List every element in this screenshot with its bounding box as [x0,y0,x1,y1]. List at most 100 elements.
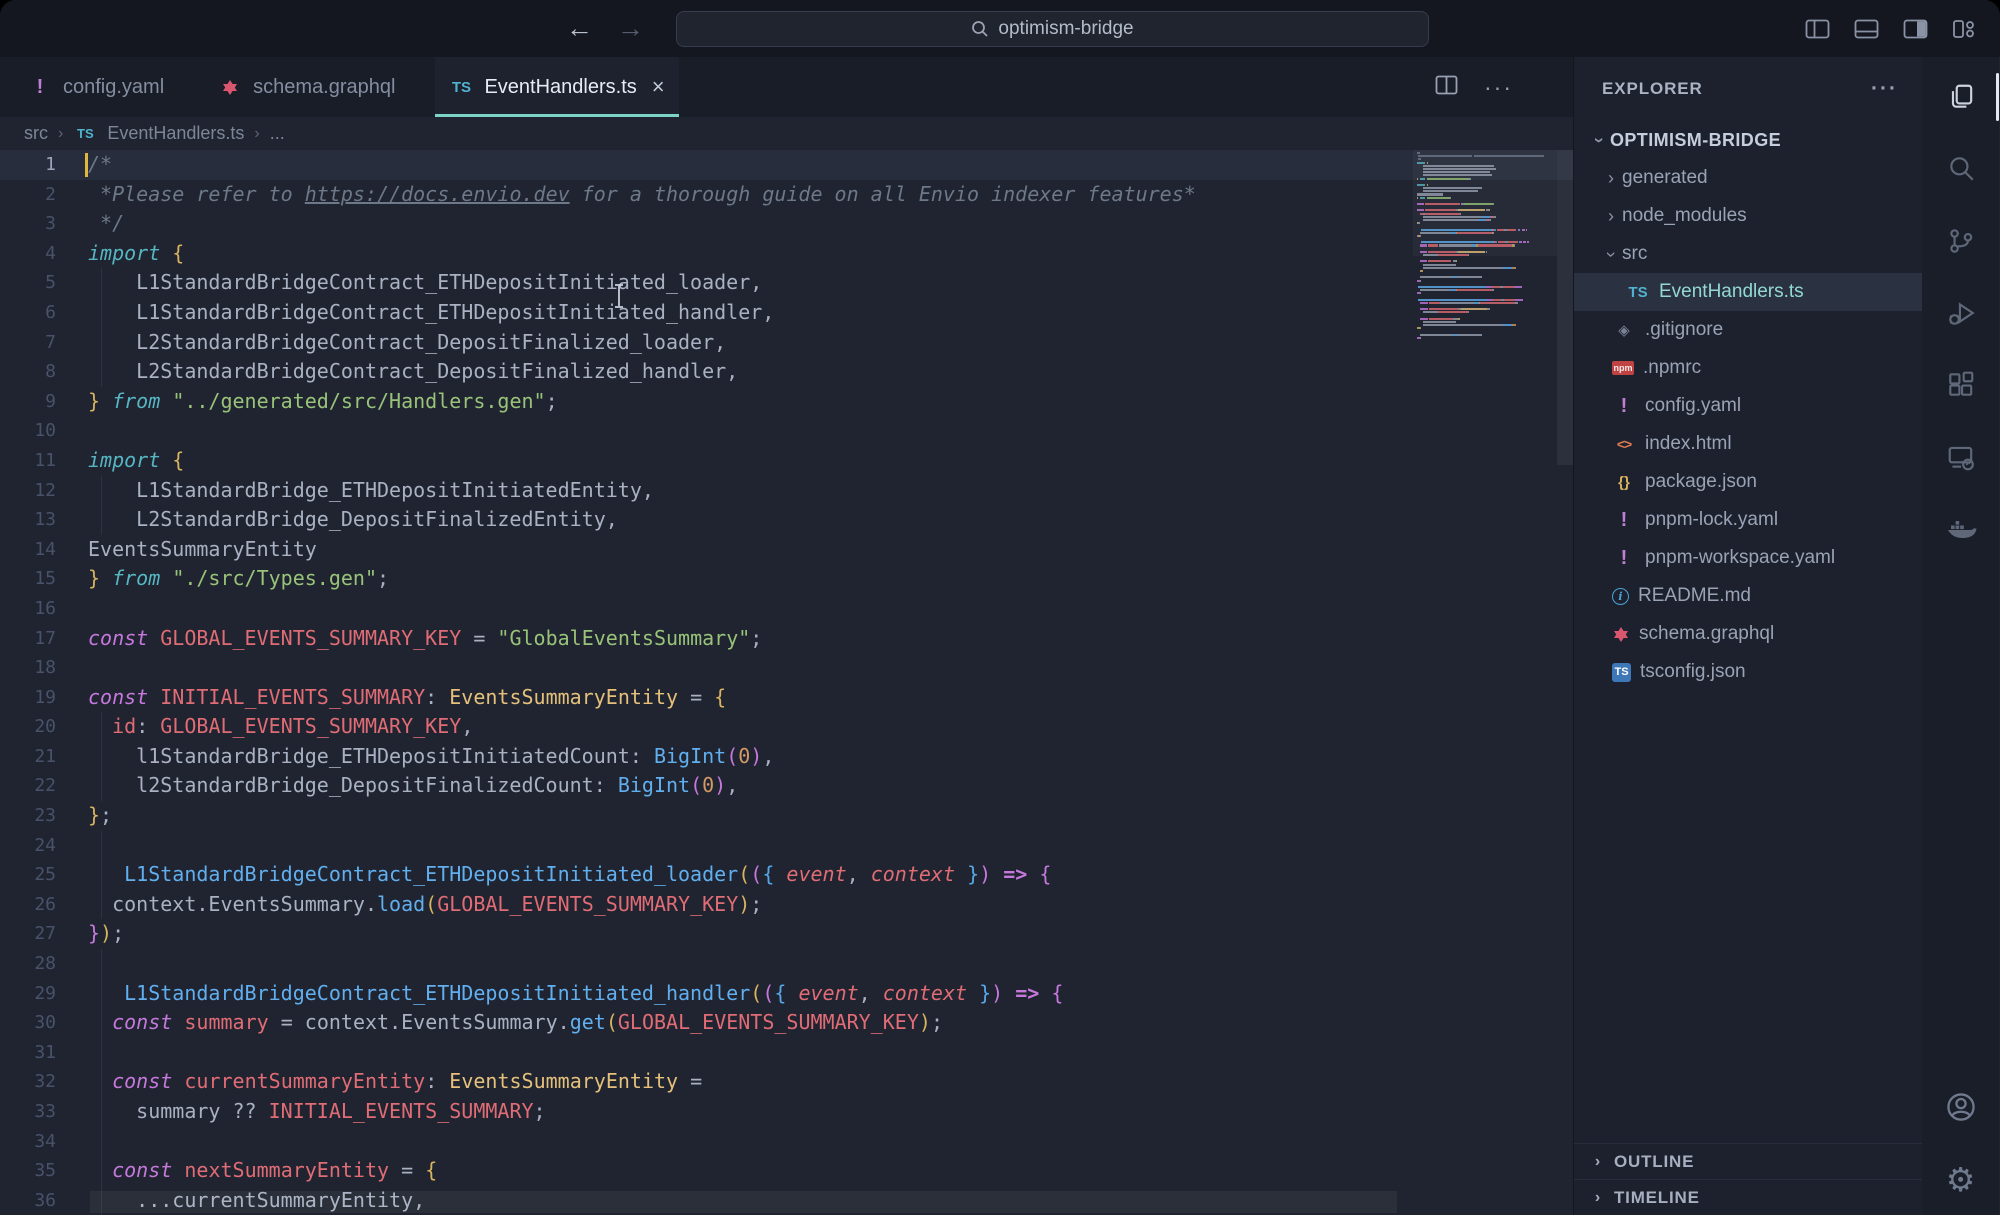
outline-section[interactable]: › OUTLINE [1574,1143,1922,1179]
sidebar-item-remote-explorer[interactable] [1922,421,1999,493]
tree-item-src[interactable]: ›src [1574,235,1922,273]
tree-item-.gitignore[interactable]: ◈.gitignore [1574,311,1922,349]
tree-item-package.json[interactable]: {}package.json [1574,463,1922,501]
sidebar-item-explorer[interactable] [1922,61,1999,133]
tree-item-.npmrc[interactable]: npm.npmrc [1574,349,1922,387]
line-number[interactable]: 19 [0,683,56,713]
tab-config-yaml[interactable]: ! config.yaml [14,57,178,117]
code-line-33[interactable]: 33 summary ?? INITIAL_EVENTS_SUMMARY; [0,1097,1573,1127]
tree-item-node-modules[interactable]: ›node_modules [1574,197,1922,235]
tree-item-readme.md[interactable]: iREADME.md [1574,577,1922,615]
code-line-13[interactable]: 13 L2StandardBridge_DepositFinalizedEnti… [0,505,1573,535]
line-number[interactable]: 22 [0,771,56,801]
sidebar-item-extensions[interactable] [1922,349,1999,421]
line-number[interactable]: 3 [0,209,56,239]
line-number[interactable]: 9 [0,387,56,417]
tab-schema-graphql[interactable]: schema.graphql [204,57,409,117]
code-line-28[interactable]: 28 [0,949,1573,979]
line-number[interactable]: 4 [0,239,56,269]
tree-item-generated[interactable]: ›generated [1574,159,1922,197]
line-number[interactable]: 35 [0,1156,56,1186]
code-line-6[interactable]: 6 L1StandardBridgeContract_ETHDepositIni… [0,298,1573,328]
line-number[interactable]: 8 [0,357,56,387]
code-line-9[interactable]: 9} from "../generated/src/Handlers.gen"; [0,387,1573,417]
line-number[interactable]: 27 [0,919,56,949]
line-number[interactable]: 26 [0,890,56,920]
line-number[interactable]: 33 [0,1097,56,1127]
line-number[interactable]: 21 [0,742,56,772]
sidebar-item-docker[interactable] [1922,493,1999,565]
code-line-34[interactable]: 34 [0,1127,1573,1157]
tree-item-tsconfig.json[interactable]: TStsconfig.json [1574,653,1922,691]
line-number[interactable]: 14 [0,535,56,565]
code-line-18[interactable]: 18 [0,653,1573,683]
account-button[interactable] [1922,1071,1999,1143]
line-number[interactable]: 28 [0,949,56,979]
code-line-15[interactable]: 15} from "./src/Types.gen"; [0,564,1573,594]
back-arrow-icon[interactable]: ← [566,15,593,42]
code-line-7[interactable]: 7 L2StandardBridgeContract_DepositFinali… [0,328,1573,358]
line-number[interactable]: 25 [0,860,56,890]
toggle-secondary-sidebar-icon[interactable] [1903,19,1928,39]
settings-button[interactable]: ⚙ [1922,1143,1999,1215]
minimap[interactable] [1417,152,1553,343]
line-number[interactable]: 17 [0,624,56,654]
code-line-14[interactable]: 14EventsSummaryEntity [0,535,1573,565]
code-line-29[interactable]: 29 L1StandardBridgeContract_ETHDepositIn… [0,979,1573,1009]
code-line-30[interactable]: 30 const summary = context.EventsSummary… [0,1008,1573,1038]
views-and-more-actions-icon[interactable]: ··· [1871,77,1898,101]
toggle-panel-icon[interactable] [1854,19,1879,39]
code-line-22[interactable]: 22 l2StandardBridge_DepositFinalizedCoun… [0,771,1573,801]
code-line-27[interactable]: 27}); [0,919,1573,949]
tree-item-pnpm-workspace.yaml[interactable]: !pnpm-workspace.yaml [1574,539,1922,577]
breadcrumb-file[interactable]: EventHandlers.ts [107,123,244,144]
breadcrumb-symbol[interactable]: ... [270,123,285,144]
line-number[interactable]: 6 [0,298,56,328]
code-line-21[interactable]: 21 l1StandardBridge_ETHDepositInitiatedC… [0,742,1573,772]
code-line-25[interactable]: 25 L1StandardBridgeContract_ETHDepositIn… [0,860,1573,890]
line-number[interactable]: 31 [0,1038,56,1068]
line-number[interactable]: 20 [0,712,56,742]
timeline-section[interactable]: › TIMELINE [1574,1179,1922,1215]
tree-item-index.html[interactable]: <>index.html [1574,425,1922,463]
breadcrumb-src[interactable]: src [24,123,48,144]
command-center-search[interactable]: optimism-bridge [676,11,1429,47]
tree-item-schema.graphql[interactable]: schema.graphql [1574,615,1922,653]
toggle-primary-sidebar-icon[interactable] [1805,19,1830,39]
line-number[interactable]: 12 [0,476,56,506]
code-line-24[interactable]: 24 [0,831,1573,861]
tree-item-config.yaml[interactable]: !config.yaml [1574,387,1922,425]
code-line-2[interactable]: 2 *Please refer to https://docs.envio.de… [0,180,1573,210]
code-line-23[interactable]: 23}; [0,801,1573,831]
code-line-12[interactable]: 12 L1StandardBridge_ETHDepositInitiatedE… [0,476,1573,506]
line-number[interactable]: 5 [0,268,56,298]
vertical-scrollbar[interactable] [1557,150,1573,465]
line-number[interactable]: 24 [0,831,56,861]
code-line-1[interactable]: 1/* [0,150,1573,180]
code-line-11[interactable]: 11import { [0,446,1573,476]
code-editor[interactable]: 1/*2 *Please refer to https://docs.envio… [0,150,1573,1215]
split-editor-icon[interactable] [1435,75,1458,100]
code-line-31[interactable]: 31 [0,1038,1573,1068]
line-number[interactable]: 32 [0,1067,56,1097]
line-number[interactable]: 23 [0,801,56,831]
line-number[interactable]: 11 [0,446,56,476]
tree-item-eventhandlers.ts[interactable]: TSEventHandlers.ts [1574,273,1922,311]
code-line-4[interactable]: 4import { [0,239,1573,269]
code-line-32[interactable]: 32 const currentSummaryEntity: EventsSum… [0,1067,1573,1097]
line-number[interactable]: 16 [0,594,56,624]
line-number[interactable]: 34 [0,1127,56,1157]
line-number[interactable]: 1 [0,150,56,180]
more-actions-icon[interactable]: ··· [1484,74,1513,101]
line-number[interactable]: 2 [0,180,56,210]
line-number[interactable]: 15 [0,564,56,594]
forward-arrow-icon[interactable]: → [617,15,644,42]
customize-layout-icon[interactable] [1952,19,1976,39]
line-number[interactable]: 13 [0,505,56,535]
tree-item-optimism-bridge[interactable]: ›OPTIMISM-BRIDGE [1574,121,1922,159]
sidebar-item-run-and-debug[interactable] [1922,277,1999,349]
close-icon[interactable]: × [652,74,665,100]
code-line-17[interactable]: 17const GLOBAL_EVENTS_SUMMARY_KEY = "Glo… [0,624,1573,654]
code-line-16[interactable]: 16 [0,594,1573,624]
code-line-26[interactable]: 26 context.EventsSummary.load(GLOBAL_EVE… [0,890,1573,920]
